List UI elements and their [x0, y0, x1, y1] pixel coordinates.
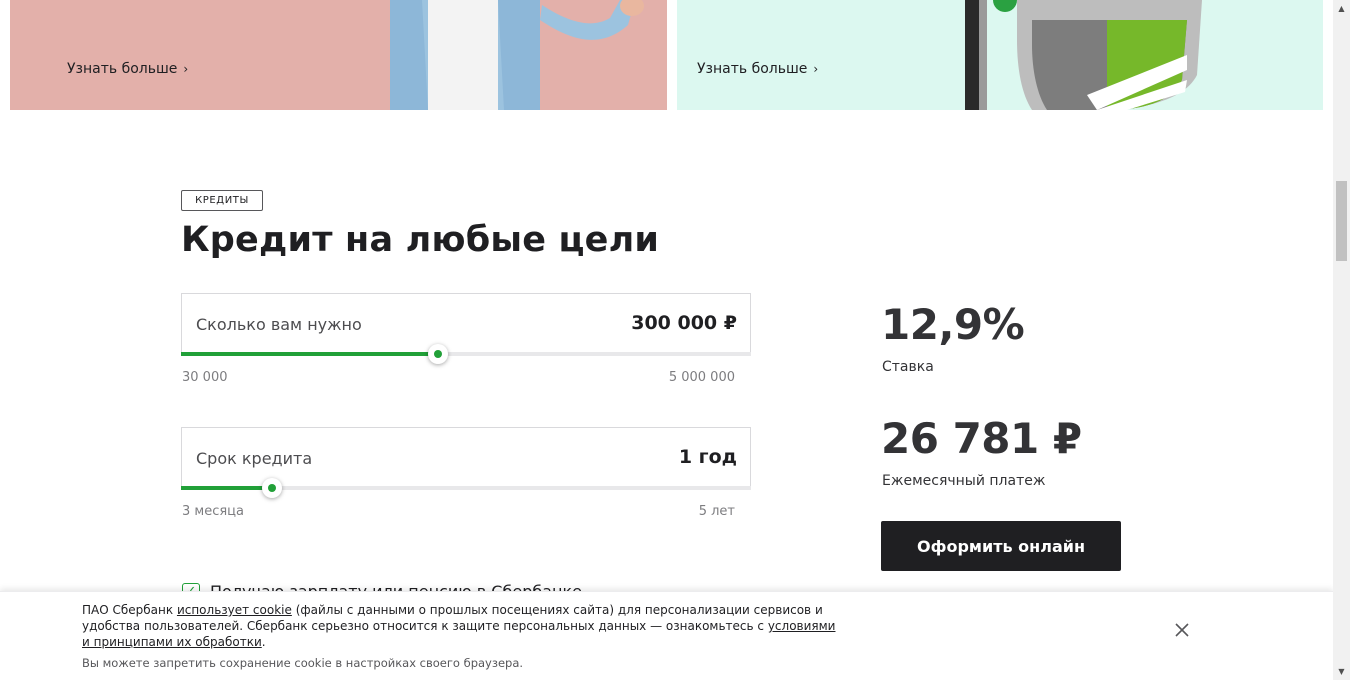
- shield-phone-illustration: [965, 0, 1202, 110]
- term-min-label: 3 месяца: [182, 504, 244, 519]
- category-tag[interactable]: КРЕДИТЫ: [181, 190, 263, 211]
- page: Узнать больше › Узнать больше › КРЕДИТЫ …: [0, 0, 1333, 680]
- learn-more-label: Узнать больше: [697, 61, 808, 77]
- slider-thumb[interactable]: [262, 478, 283, 498]
- close-icon[interactable]: [1172, 620, 1192, 640]
- learn-more-link[interactable]: Узнать больше ›: [67, 61, 188, 77]
- page-scrollbar[interactable]: ▲ ▼: [1333, 0, 1350, 680]
- uses-cookie-link[interactable]: использует cookie: [177, 603, 292, 617]
- rate-caption: Ставка: [882, 359, 934, 375]
- amount-max-label: 5 000 000: [668, 370, 735, 385]
- term-field-label: Срок кредита: [196, 449, 313, 468]
- amount-field-label: Сколько вам нужно: [196, 315, 362, 334]
- amount-field[interactable]: Сколько вам нужно 300 000 ₽: [181, 293, 751, 355]
- term-field-value[interactable]: 1 год: [679, 446, 737, 468]
- scroll-up-arrow-icon[interactable]: ▲: [1333, 0, 1350, 17]
- chevron-right-icon: ›: [183, 62, 189, 76]
- term-max-label: 5 лет: [698, 504, 735, 519]
- amount-field-value[interactable]: 300 000 ₽: [631, 312, 737, 334]
- cookie-banner: ПАО Сбербанк использует cookie (файлы с …: [0, 591, 1333, 680]
- cookie-note: Вы можете запретить сохранение cookie в …: [82, 656, 524, 670]
- cookie-text-end: .: [261, 635, 266, 649]
- term-slider[interactable]: [181, 478, 751, 498]
- cookie-text-start: ПАО Сбербанк: [82, 603, 177, 617]
- scroll-down-arrow-icon[interactable]: ▼: [1333, 663, 1350, 680]
- learn-more-label: Узнать больше: [67, 61, 178, 77]
- scroll-thumb[interactable]: [1336, 181, 1347, 261]
- slider-fill: [181, 486, 273, 490]
- slider-fill: [181, 352, 438, 356]
- rate-value: 12,9%: [881, 300, 1025, 349]
- promo-banner-left[interactable]: Узнать больше ›: [10, 0, 667, 110]
- monthly-payment-value: 26 781 ₽: [881, 414, 1082, 463]
- promo-banner-right[interactable]: Узнать больше ›: [677, 0, 1323, 110]
- amount-min-label: 30 000: [182, 370, 228, 385]
- slider-thumb[interactable]: [427, 344, 448, 364]
- apply-online-button[interactable]: Оформить онлайн: [881, 521, 1121, 571]
- page-title: Кредит на любые цели: [181, 220, 660, 260]
- woman-illustration: [390, 0, 644, 110]
- monthly-payment-caption: Ежемесячный платеж: [882, 473, 1046, 489]
- chevron-right-icon: ›: [813, 62, 819, 76]
- learn-more-link[interactable]: Узнать больше ›: [697, 61, 818, 77]
- amount-slider[interactable]: [181, 344, 751, 364]
- cookie-text: ПАО Сбербанк использует cookie (файлы с …: [82, 602, 842, 650]
